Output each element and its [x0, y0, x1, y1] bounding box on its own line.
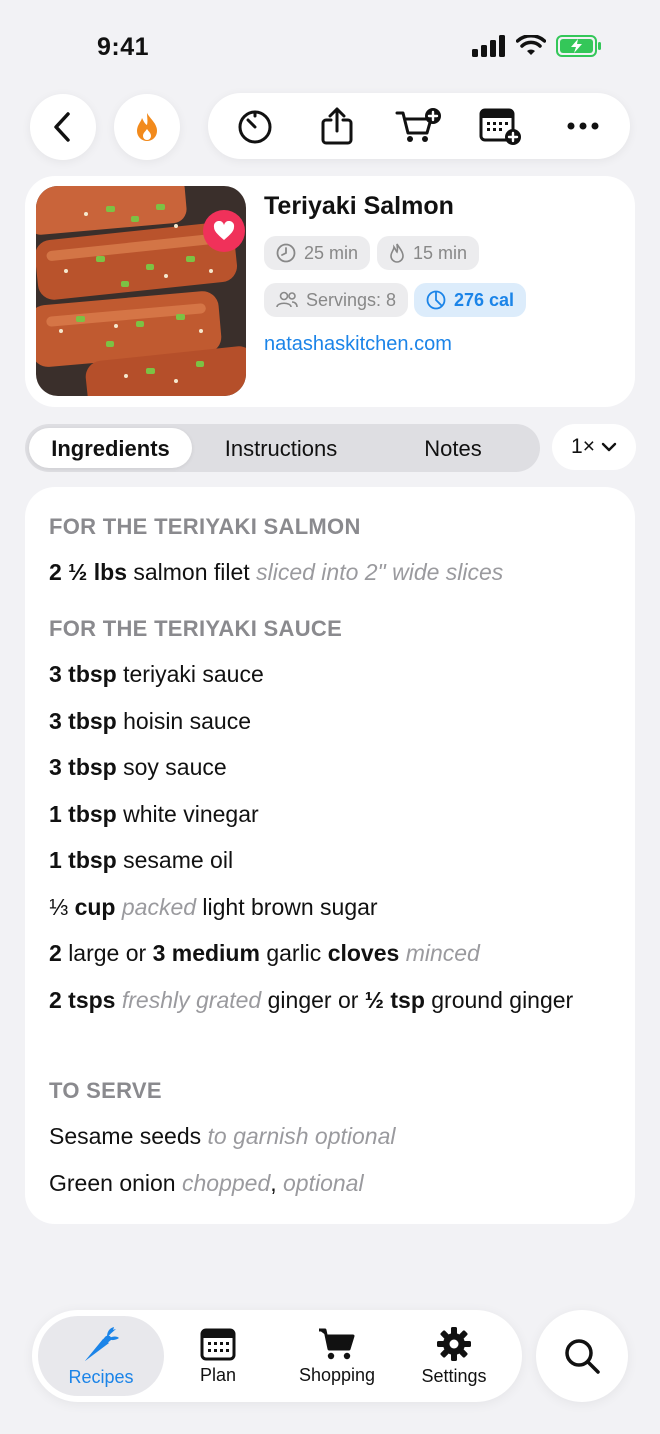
recipe-toolbar	[208, 93, 630, 159]
tabbar-label-settings: Settings	[421, 1365, 487, 1386]
tab-instructions[interactable]: Instructions	[197, 424, 365, 472]
cook-time: 15 min	[413, 242, 468, 263]
share-button[interactable]	[307, 96, 367, 156]
calendar-icon	[200, 1328, 236, 1360]
ingredient-item: Green onion chopped, optional	[49, 1170, 364, 1196]
clock-icon	[276, 243, 296, 263]
timer-icon	[238, 110, 272, 144]
status-icons	[472, 35, 602, 57]
scale-label: 1×	[571, 435, 595, 458]
ingredient-item: Sesame seeds to garnish optional	[49, 1123, 396, 1149]
servings: Servings: 8	[306, 289, 397, 310]
prep-time: 25 min	[304, 242, 359, 263]
more-icon	[567, 122, 599, 130]
tabbar-item-plan[interactable]: Plan	[168, 1316, 268, 1396]
battery-icon	[556, 35, 601, 57]
ingredient-item: 2 large or 3 medium garlic cloves minced	[49, 940, 480, 966]
section-heading: TO SERVE	[49, 1078, 162, 1103]
tab-notes[interactable]: Notes	[370, 424, 536, 472]
tabbar-item-shopping[interactable]: Shopping	[282, 1316, 392, 1396]
calories: 276 cal	[454, 289, 515, 310]
calories-chip[interactable]: 276 cal	[414, 283, 527, 317]
scale-dropdown[interactable]: 1×	[552, 424, 636, 470]
cart-icon	[319, 1328, 355, 1359]
search-button[interactable]	[536, 1310, 628, 1402]
cart-add-icon	[395, 108, 441, 142]
tabbar-item-recipes[interactable]: Recipes	[38, 1316, 164, 1396]
calendar-add-icon	[479, 108, 521, 145]
more-button[interactable]	[553, 96, 613, 156]
favorite-button[interactable]	[203, 210, 245, 252]
wifi-icon	[516, 35, 546, 55]
source-link[interactable]: natashaskitchen.com	[264, 333, 452, 356]
ingredient-item: 3 tbsp teriyaki sauce	[49, 661, 264, 687]
cook-mode-button[interactable]	[114, 94, 180, 160]
add-to-shopping-list-button[interactable]	[389, 96, 449, 156]
pie-icon	[426, 290, 446, 310]
tabbar-label-recipes: Recipes	[68, 1366, 134, 1387]
cook-time-chip: 15 min	[377, 236, 480, 270]
ingredient-item: 2 ½ lbs salmon filet sliced into 2" wide…	[49, 559, 504, 585]
tabbar-item-settings[interactable]: Settings	[402, 1316, 506, 1396]
section-heading: FOR THE TERIYAKI SAUCE	[49, 616, 343, 641]
add-to-plan-button[interactable]	[471, 96, 531, 156]
back-button[interactable]	[30, 94, 96, 160]
signal-icon	[472, 35, 505, 57]
people-icon	[276, 291, 298, 308]
carrot-icon	[85, 1326, 119, 1361]
ingredient-item: 1 tbsp white vinegar	[49, 801, 259, 827]
share-icon	[321, 107, 353, 145]
tab-ingredients[interactable]: Ingredients	[29, 424, 192, 472]
status-time: 9:41	[97, 33, 150, 61]
section-heading: FOR THE TERIYAKI SALMON	[49, 514, 361, 539]
timer-button[interactable]	[225, 96, 285, 156]
flame-icon	[137, 113, 157, 141]
ingredient-item: 3 tbsp soy sauce	[49, 754, 227, 780]
ingredient-item: 3 tbsp hoisin sauce	[49, 708, 251, 734]
gear-icon	[437, 1326, 471, 1361]
back-icon	[54, 112, 70, 142]
tabbar-label-shopping: Shopping	[298, 1364, 376, 1385]
fire-icon	[390, 243, 404, 263]
content-tabs: Ingredients Instructions Notes	[25, 424, 540, 472]
ingredient-item: ⅓ cup packed light brown sugar	[49, 894, 378, 920]
recipe-title: Teriyaki Salmon	[264, 192, 454, 220]
status-bar: 9:41	[0, 0, 660, 90]
search-icon	[565, 1339, 600, 1374]
ingredients-card: FOR THE TERIYAKI SALMON 2 ½ lbs salmon f…	[25, 487, 635, 1224]
tabbar-label-plan: Plan	[199, 1364, 237, 1385]
ingredient-item: 1 tbsp sesame oil	[49, 847, 234, 873]
ingredient-item: 2 tsps freshly grated ginger or ½ tsp gr…	[49, 987, 574, 1013]
tab-bar: Recipes Plan Shopping Settings	[32, 1310, 522, 1402]
recipe-photo	[36, 186, 246, 396]
chevron-down-icon	[601, 442, 617, 452]
recipe-header-card: Teriyaki Salmon 25 min 15 min Servings: …	[25, 176, 635, 407]
servings-chip[interactable]: Servings: 8	[264, 283, 409, 317]
prep-time-chip: 25 min	[264, 236, 371, 270]
heart-icon	[213, 221, 235, 240]
